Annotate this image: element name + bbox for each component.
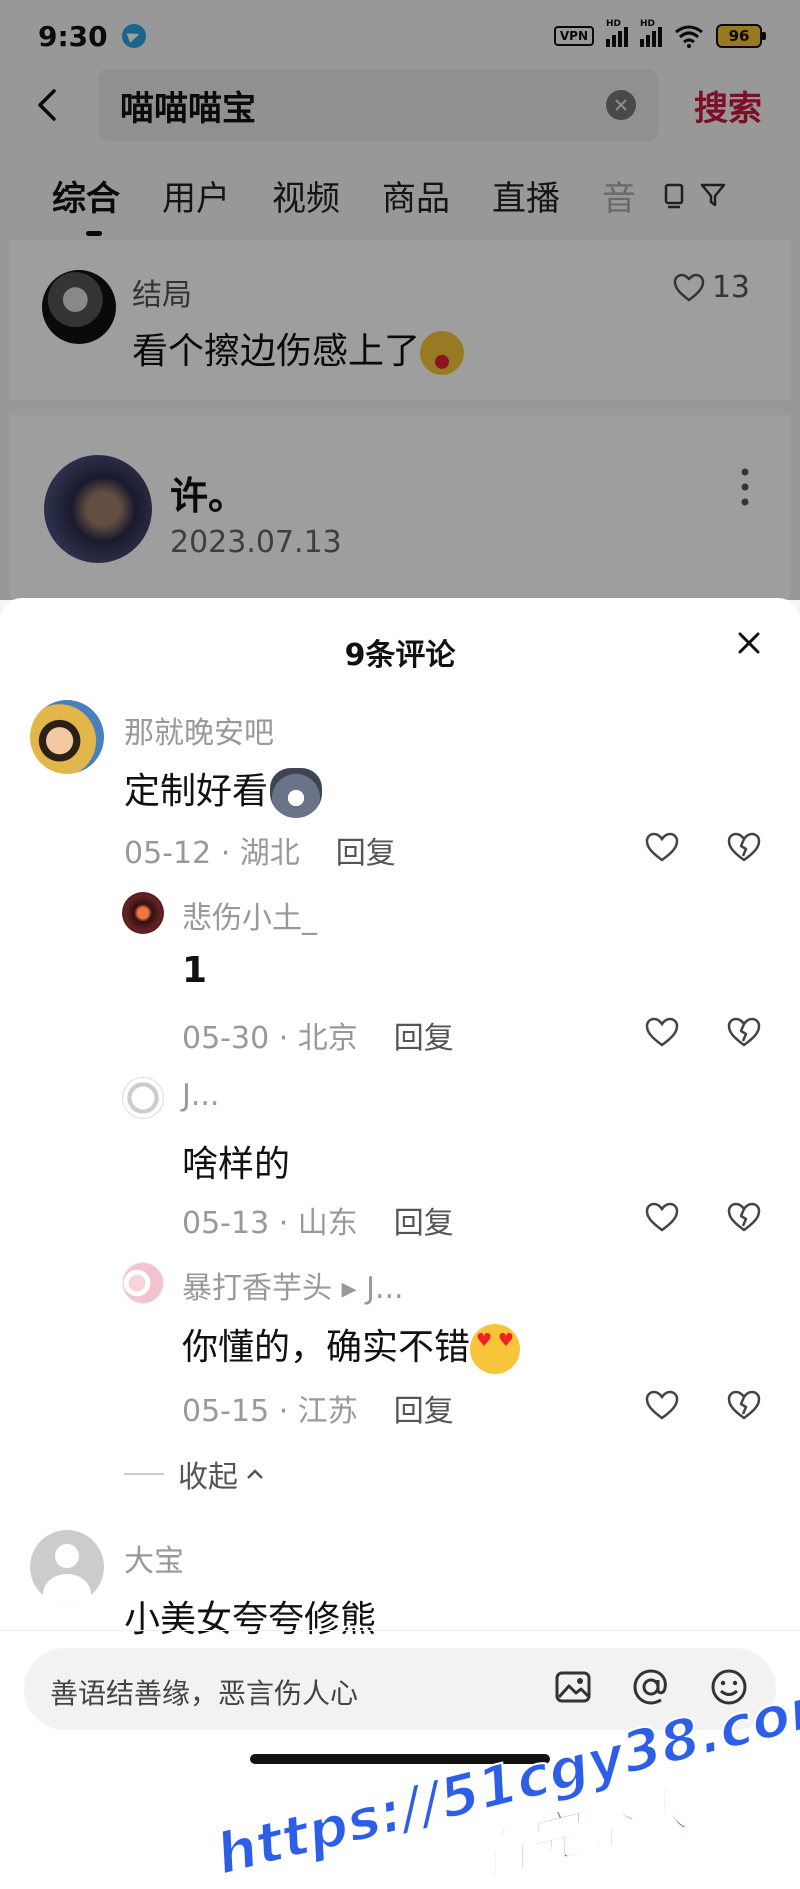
heart-icon[interactable] <box>644 829 680 865</box>
reply-button[interactable]: 回复 <box>394 1206 454 1241</box>
heart-icon[interactable] <box>644 1014 680 1050</box>
avatar[interactable] <box>122 1077 164 1119</box>
collapse-replies-button[interactable]: 收起 <box>124 1452 264 1496</box>
mention-icon[interactable] <box>630 1666 672 1708</box>
close-icon[interactable] <box>734 628 764 658</box>
comment-user[interactable]: J... <box>182 1078 219 1113</box>
comment-meta: 05-13 · 山东 回复 <box>182 1206 454 1241</box>
broken-heart-icon[interactable] <box>726 829 762 865</box>
comment-text: 啥样的 <box>182 1144 291 1185</box>
comment-text: 1 <box>182 950 208 991</box>
reply-button[interactable]: 回复 <box>394 1021 454 1056</box>
collapse-divider <box>124 1473 164 1475</box>
comment-meta: 05-15 · 江苏 回复 <box>182 1394 454 1429</box>
avatar[interactable] <box>122 892 164 934</box>
heart-icon[interactable] <box>644 1387 680 1423</box>
broken-heart-icon[interactable] <box>726 1387 762 1423</box>
wolf-emoji-icon <box>270 768 323 818</box>
heart-icon[interactable] <box>644 1199 680 1235</box>
comment-user[interactable]: 暴打香芋头 ▸ J... <box>182 1263 404 1307</box>
comment-meta: 05-30 · 北京 回复 <box>182 1021 454 1056</box>
image-icon[interactable] <box>552 1666 594 1708</box>
collapse-label: 收起 <box>178 1460 238 1495</box>
avatar[interactable] <box>30 1530 104 1604</box>
comment-text: 小美女夸夸修熊 <box>124 1599 377 1640</box>
overlay-dim[interactable] <box>0 0 800 600</box>
comment-user[interactable]: 那就晚安吧 <box>124 708 274 752</box>
comment-text: 你懂的，确实不错 <box>182 1318 521 1374</box>
heart-eyes-emoji-icon <box>470 1324 521 1374</box>
broken-heart-icon[interactable] <box>726 1014 762 1050</box>
comment-text: 定制好看 <box>124 762 323 818</box>
comment-input-placeholder: 善语结善缘，恶言伤人心 <box>50 1677 359 1710</box>
avatar[interactable] <box>30 700 104 774</box>
comment-meta: 05-12 · 湖北 回复 <box>124 836 396 871</box>
avatar[interactable] <box>122 1262 164 1304</box>
sheet-title: 9条评论 <box>344 638 456 673</box>
chevron-up-icon <box>247 1469 263 1479</box>
reply-button[interactable]: 回复 <box>394 1394 454 1429</box>
divider <box>0 1630 800 1631</box>
broken-heart-icon[interactable] <box>726 1199 762 1235</box>
comment-user[interactable]: 悲伤小土_ <box>182 893 317 937</box>
comment-user[interactable]: 大宝 <box>124 1536 184 1580</box>
reply-button[interactable]: 回复 <box>336 836 396 871</box>
